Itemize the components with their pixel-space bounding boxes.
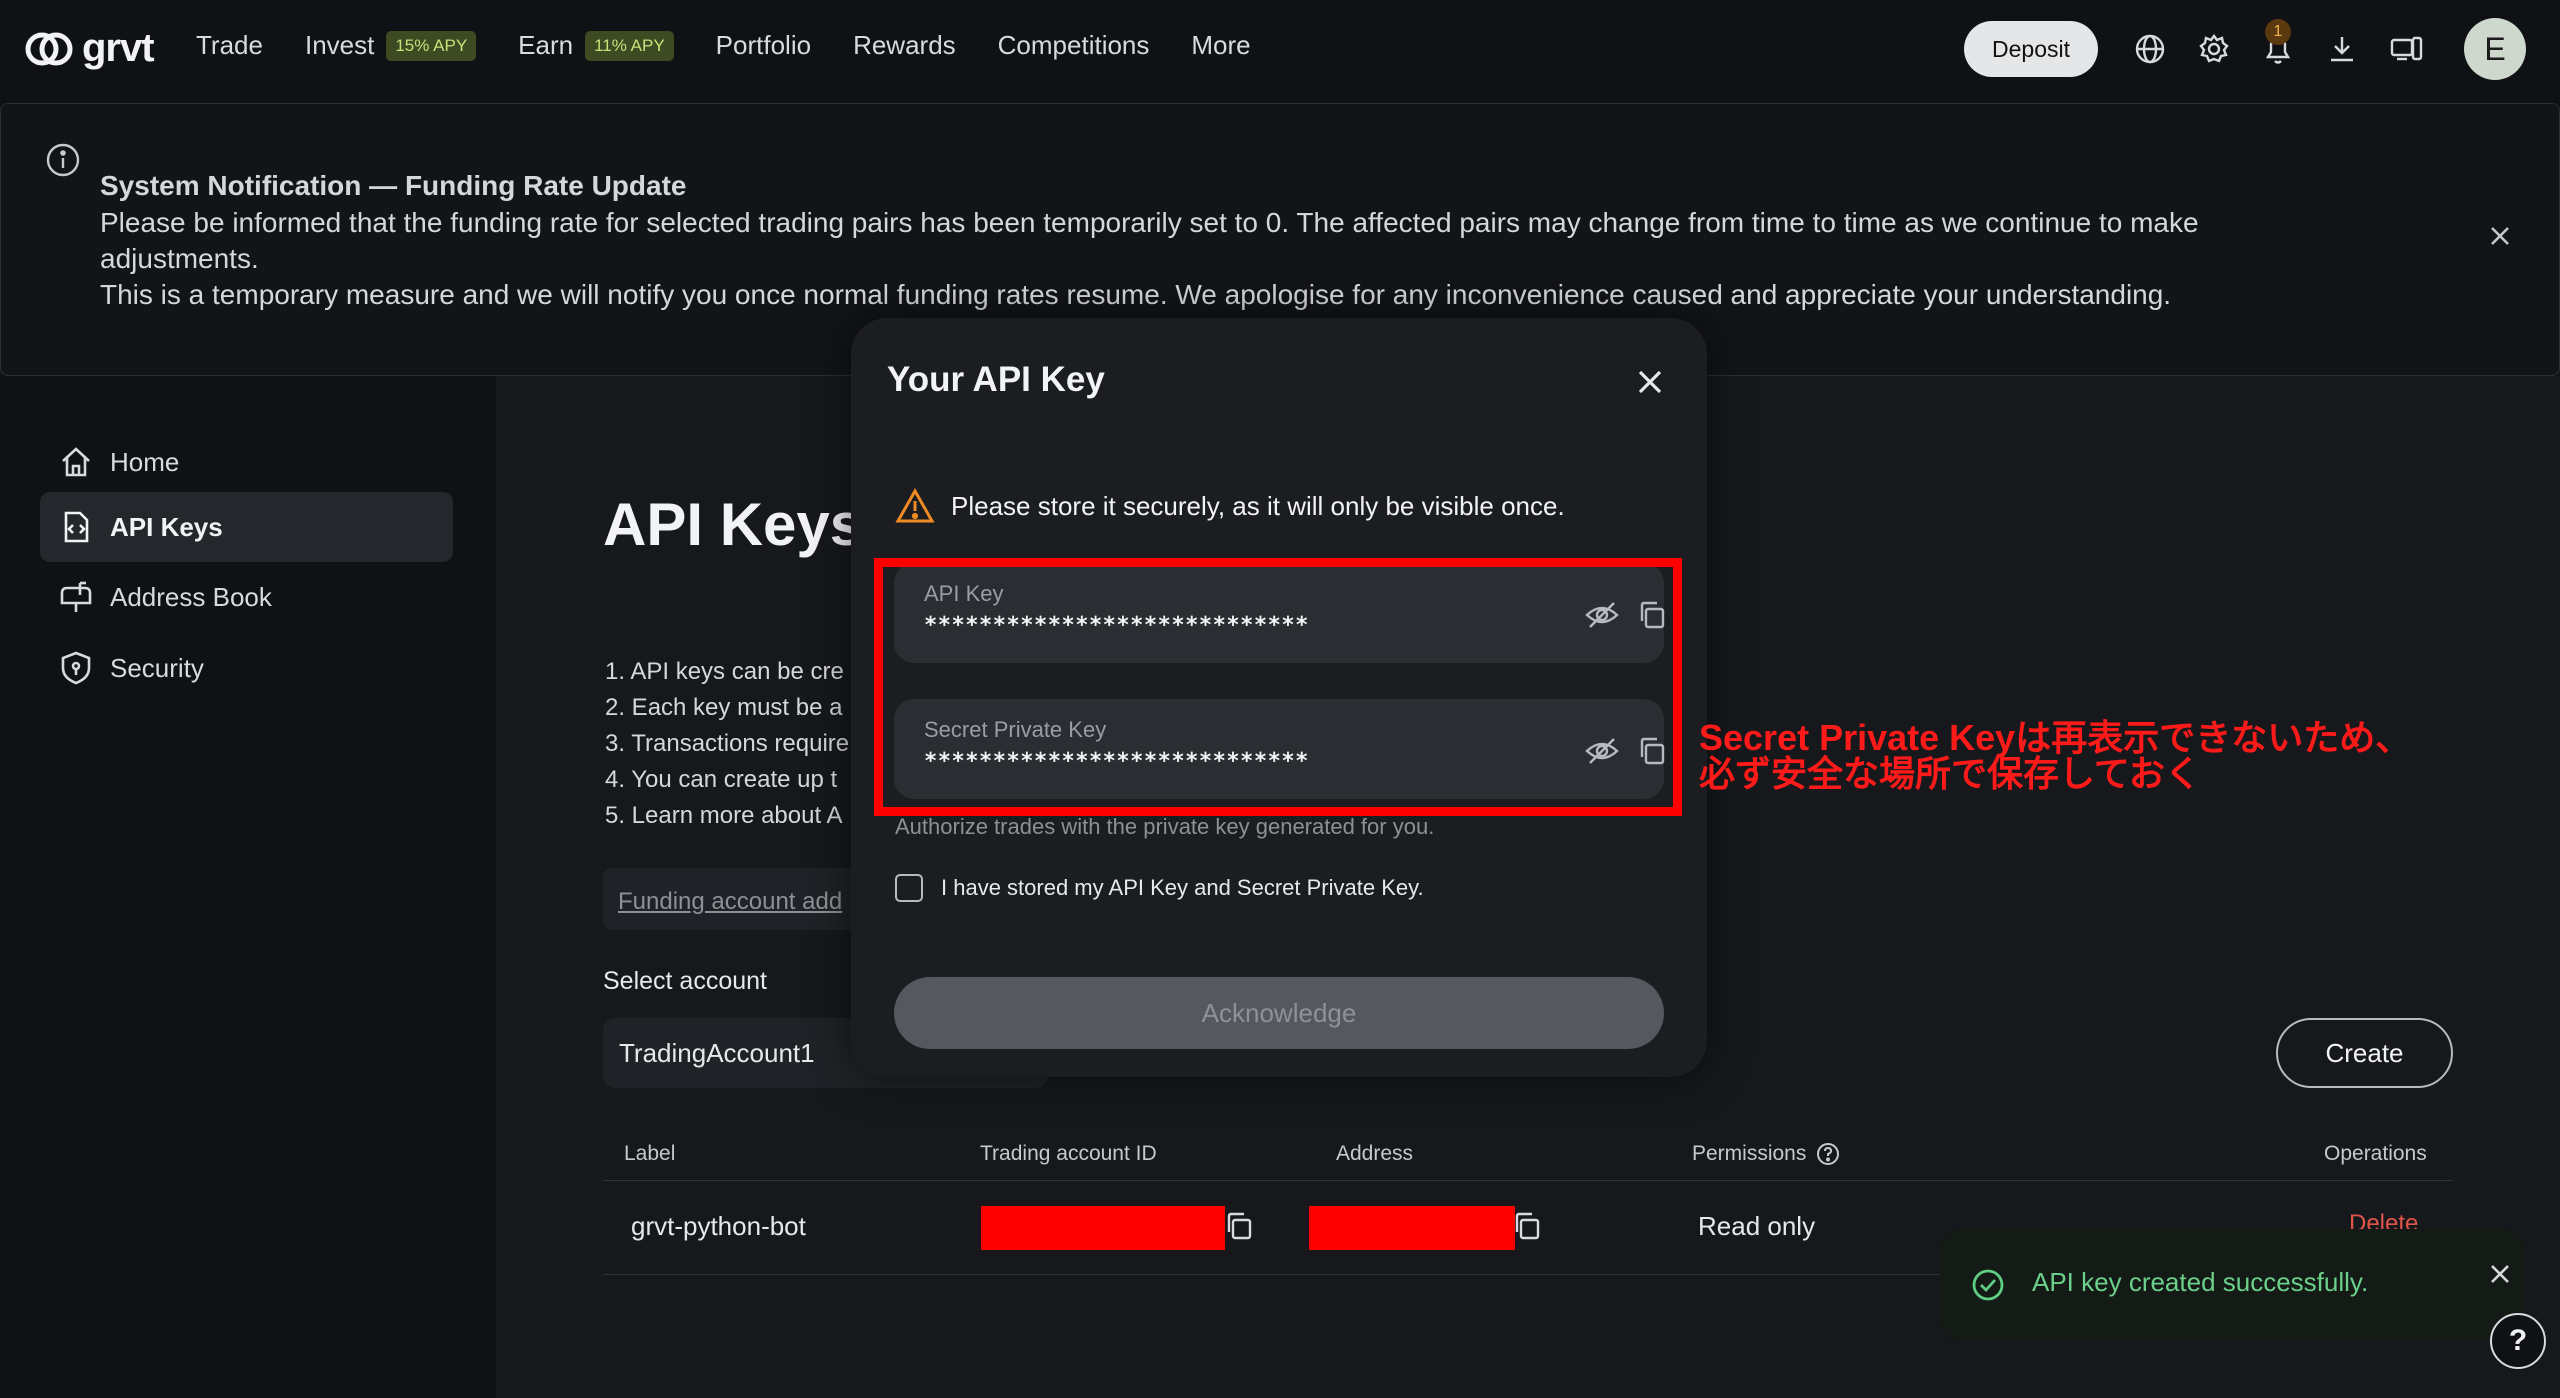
grvt-logo-icon	[25, 32, 73, 65]
nav-rewards[interactable]: Rewards	[853, 30, 956, 61]
copy-icon[interactable]	[1511, 1210, 1543, 1247]
nav-more[interactable]: More	[1191, 30, 1250, 61]
user-avatar[interactable]: E	[2464, 18, 2526, 80]
nav-invest[interactable]: Invest 15% APY	[304, 30, 477, 61]
sidebar-item-home[interactable]: Home	[40, 427, 453, 497]
globe-icon[interactable]	[2131, 30, 2169, 68]
banner-line-2: This is a temporary measure and we will …	[100, 279, 2172, 310]
sidebar-item-label: Home	[110, 446, 180, 477]
code-file-icon	[64, 511, 89, 543]
check-circle-icon	[1970, 1267, 2006, 1308]
sidebar-item-label: Security	[110, 652, 204, 683]
banner-line-1: Please be informed that the funding rate…	[100, 207, 2199, 274]
select-account-label: Select account	[603, 967, 767, 995]
stored-checkbox[interactable]	[895, 874, 923, 902]
warning-icon	[895, 488, 935, 523]
success-toast: API key created successfully.	[1940, 1229, 2525, 1341]
deposit-button[interactable]: Deposit	[1964, 21, 2098, 77]
row-permissions: Read only	[1698, 1211, 1816, 1241]
top-navigation-bar: grvt Trade Invest 15% APY Earn 11% APY Por…	[0, 0, 2560, 100]
column-header-trading-account-id: Trading account ID	[980, 1142, 1157, 1165]
home-icon	[62, 447, 90, 477]
rule-item: 5. Learn more about A	[605, 802, 843, 829]
close-icon[interactable]	[1632, 364, 1668, 405]
copy-icon[interactable]	[1223, 1210, 1255, 1247]
main-nav: Trade Invest 15% APY Earn 11% APY Portfoli…	[196, 30, 1293, 61]
sidebar-item-security[interactable]: Security	[40, 633, 453, 703]
annotation-line-2: 必ず安全な場所で保存しておく	[1699, 753, 2201, 794]
annotation-line-1: Secret Private Keyは再表示できないため、	[1699, 717, 2412, 758]
nav-trade-label: Trade	[196, 30, 263, 60]
shield-icon	[61, 651, 91, 685]
devices-icon[interactable]	[2387, 30, 2425, 68]
nav-earn-label: Earn	[518, 30, 574, 60]
funding-account-text: Funding account add	[618, 888, 843, 915]
selected-account: TradingAccount1	[619, 1038, 815, 1068]
acknowledge-button[interactable]: Acknowledge	[894, 977, 1664, 1049]
column-header-label: Label	[624, 1142, 676, 1165]
rule-item: 1. API keys can be cre	[605, 658, 844, 685]
download-icon[interactable]	[2323, 30, 2361, 68]
annotation-highlight-box	[874, 558, 1682, 816]
column-header-permissions: Permissions	[1692, 1142, 1840, 1166]
stored-confirmation: I have stored my API Key and Secret Priv…	[895, 874, 1424, 902]
earn-apy-badge: 11% APY	[585, 30, 674, 61]
redacted-address	[1309, 1206, 1515, 1250]
sidebar-item-address-book[interactable]: Address Book	[40, 562, 453, 632]
storage-warning: Please store it securely, as it will onl…	[895, 488, 1565, 524]
stored-checkbox-label: I have stored my API Key and Secret Priv…	[941, 875, 1424, 900]
gear-icon[interactable]	[2195, 30, 2233, 68]
banner-close-icon[interactable]	[2486, 222, 2514, 255]
api-key-rules: 1. API keys can be cre 2. Each key must …	[605, 654, 855, 834]
sidebar-item-label: API Keys	[110, 511, 223, 542]
info-icon	[45, 142, 81, 183]
banner-body: Please be informed that the funding rate…	[100, 205, 2360, 313]
funding-account-notice[interactable]: Funding account add	[603, 868, 863, 930]
nav-portfolio[interactable]: Portfolio	[716, 30, 811, 61]
nav-trade[interactable]: Trade	[196, 30, 263, 61]
private-key-hint: Authorize trades with the private key ge…	[895, 814, 1435, 839]
rule-item: 3. Transactions require	[605, 730, 850, 757]
column-header-operations: Operations	[2324, 1142, 2427, 1165]
rule-item: 2. Each key must be a	[605, 694, 843, 721]
permissions-header-label: Permissions	[1692, 1142, 1807, 1165]
mailbox-icon	[60, 581, 92, 612]
brand-logo[interactable]: grvt	[24, 26, 155, 71]
nav-invest-label: Invest	[304, 30, 375, 60]
sidebar-item-label: Address Book	[110, 581, 272, 612]
redacted-trading-account-id	[981, 1206, 1225, 1250]
page-title: API Keys	[603, 491, 864, 558]
help-circle-icon[interactable]	[1816, 1142, 1840, 1166]
logo-text: grvt	[82, 26, 155, 70]
rule-item: 4. You can create up t	[605, 766, 838, 793]
help-button[interactable]: ?	[2490, 1313, 2546, 1369]
toast-message: API key created successfully.	[2032, 1267, 2369, 1297]
banner-title: System Notification — Funding Rate Updat…	[100, 170, 687, 201]
warning-text: Please store it securely, as it will onl…	[951, 490, 1565, 521]
modal-title: Your API Key	[887, 360, 1105, 399]
column-header-address: Address	[1336, 1142, 1414, 1165]
annotation-text: Secret Private Keyは再表示できないため、 必ず安全な場所で保存…	[1699, 720, 2411, 792]
nav-earn[interactable]: Earn 11% APY	[518, 30, 674, 61]
sidebar: Home API Keys Address Book Security	[0, 376, 496, 1398]
sidebar-item-api-keys[interactable]: API Keys	[40, 492, 453, 562]
notification-count-badge: 1	[2265, 19, 2291, 45]
nav-competitions[interactable]: Competitions	[998, 30, 1150, 61]
create-button[interactable]: Create	[2276, 1018, 2453, 1088]
invest-apy-badge: 15% APY	[386, 30, 477, 61]
row-label: grvt-python-bot	[631, 1211, 806, 1241]
table-header-divider	[603, 1180, 2453, 1181]
toast-close-icon[interactable]	[2486, 1260, 2514, 1293]
